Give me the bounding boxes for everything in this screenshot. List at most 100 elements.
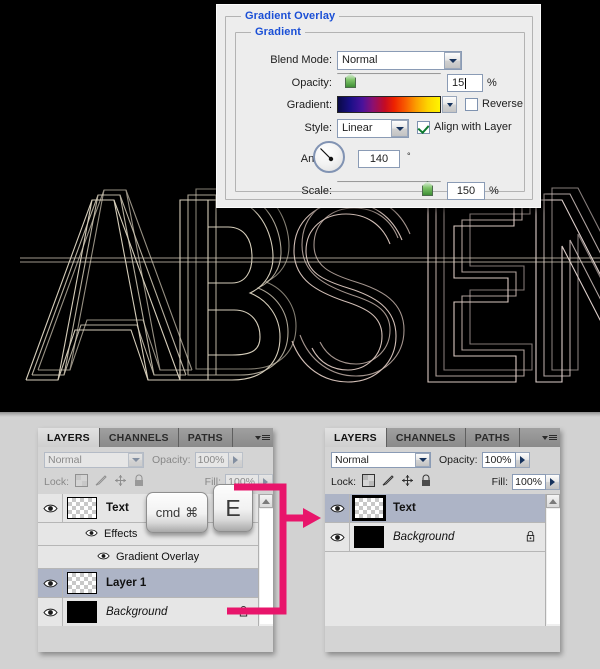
scrollbar-track[interactable] [260, 509, 273, 624]
blend-mode-select[interactable]: Normal [44, 452, 144, 468]
tab-channels[interactable]: CHANNELS [386, 428, 466, 447]
dialog-title: Gradient Overlay [241, 10, 340, 22]
chevron-down-icon[interactable] [415, 453, 430, 467]
gradient-preview[interactable] [337, 96, 441, 113]
opacity-value: 15 [452, 77, 465, 89]
keycap-cmd: cmd ⌘ [146, 492, 208, 533]
table-row[interactable]: Text [325, 494, 545, 523]
gradient-picker-chevron-icon[interactable] [442, 96, 457, 113]
lock-transparency-icon[interactable] [75, 474, 89, 490]
panel-menu-icon[interactable] [538, 428, 560, 447]
scroll-up-icon[interactable] [259, 494, 273, 508]
style-label: Style: [304, 122, 332, 134]
keycap-e-label: E [225, 494, 241, 521]
layer-name: Text [106, 502, 129, 514]
effects-label: Effects [104, 528, 138, 540]
layer-name: Background [393, 531, 455, 543]
reverse-checkbox[interactable] [465, 98, 478, 111]
layer-thumbnail[interactable] [67, 497, 97, 519]
tab-paths[interactable]: PATHS [178, 428, 233, 447]
layer-thumbnail[interactable] [67, 601, 97, 623]
angle-dial-needle-icon [320, 148, 334, 162]
lock-all-icon[interactable] [133, 474, 145, 490]
eye-icon[interactable] [97, 551, 110, 564]
align-with-layer-checkbox[interactable] [417, 121, 430, 134]
chevron-down-icon[interactable] [444, 52, 461, 69]
blend-mode-row: Normal Opacity: 100% [325, 449, 560, 471]
bottom-illustration-area: LAYERS CHANNELS PATHS Normal Opacity: 10… [0, 412, 600, 669]
opacity-input[interactable]: 15 [447, 74, 483, 92]
layer-name: Background [106, 606, 168, 618]
tab-layers[interactable]: LAYERS [38, 428, 100, 447]
blend-mode-select[interactable]: Normal [337, 51, 462, 70]
eye-icon[interactable] [85, 528, 98, 541]
fill-stepper-icon[interactable] [546, 474, 560, 490]
tab-layers[interactable]: LAYERS [325, 428, 387, 447]
lock-label: Lock: [44, 476, 70, 488]
gradient-overlay-dialog: Gradient Overlay Gradient Blend Mode: No… [216, 4, 541, 208]
lock-position-icon[interactable] [401, 474, 414, 490]
fill-input[interactable]: 100% [512, 474, 546, 490]
angle-dial[interactable] [313, 141, 345, 173]
lock-image-icon[interactable] [381, 474, 395, 490]
eye-icon[interactable] [325, 523, 350, 551]
tabstrip-filler [519, 428, 538, 447]
eye-icon[interactable] [38, 569, 63, 597]
scale-input[interactable]: 150 [447, 182, 485, 200]
blend-mode-value: Normal [48, 454, 82, 466]
opacity-slider-thumb[interactable] [345, 73, 356, 88]
fill-label: Fill: [491, 476, 508, 488]
layer-list-scrollbar[interactable] [545, 494, 560, 626]
layer-list: Text Background [325, 494, 545, 626]
opacity-value: 100% [197, 454, 225, 466]
lock-all-icon[interactable] [420, 474, 432, 490]
layer-thumbnail[interactable] [352, 495, 386, 521]
eye-icon[interactable] [38, 494, 63, 522]
angle-input[interactable]: 140 [358, 150, 400, 168]
gradient-group-title: Gradient [251, 26, 306, 38]
style-select[interactable]: Linear [337, 119, 409, 138]
scale-slider-thumb[interactable] [422, 181, 433, 196]
list-item[interactable]: Gradient Overlay [38, 546, 258, 569]
lock-icon [525, 530, 536, 545]
layer-thumbnail[interactable] [354, 526, 384, 548]
scroll-up-icon[interactable] [546, 494, 560, 508]
chevron-down-icon[interactable] [391, 120, 408, 137]
table-row[interactable]: Layer 1 [38, 569, 258, 598]
layers-panel-before: LAYERS CHANNELS PATHS Normal Opacity: 10… [38, 428, 273, 652]
lock-image-icon[interactable] [94, 474, 108, 490]
eye-icon[interactable] [325, 494, 350, 522]
blend-mode-value: Normal [342, 54, 378, 66]
eye-icon[interactable] [38, 598, 63, 626]
opacity-label: Opacity: [291, 77, 332, 89]
fill-value: 100% [515, 476, 542, 488]
blend-mode-value: Normal [335, 454, 369, 466]
blend-mode-select[interactable]: Normal [331, 452, 431, 468]
angle-unit: ° [407, 151, 411, 161]
layer-list-scrollbar[interactable] [258, 494, 273, 626]
panel-menu-icon[interactable] [251, 428, 273, 447]
lock-transparency-icon[interactable] [362, 474, 376, 490]
table-row[interactable]: Background [38, 598, 258, 626]
scale-unit: % [489, 185, 499, 197]
text-caret [465, 77, 467, 89]
tab-channels[interactable]: CHANNELS [99, 428, 179, 447]
lock-position-icon[interactable] [114, 474, 127, 490]
opacity-input[interactable]: 100% [481, 452, 516, 468]
opacity-input[interactable]: 100% [194, 452, 229, 468]
opacity-stepper-icon[interactable] [515, 452, 530, 468]
panel-footer [325, 626, 560, 652]
opacity-stepper-icon[interactable] [228, 452, 243, 468]
effect-name: Gradient Overlay [116, 551, 200, 563]
layer-thumbnail[interactable] [67, 572, 97, 594]
scrollbar-track[interactable] [547, 509, 560, 624]
angle-value: 140 [369, 153, 389, 165]
panel-tabstrip: LAYERS CHANNELS PATHS [38, 428, 273, 447]
tab-paths[interactable]: PATHS [465, 428, 520, 447]
panel-tabstrip: LAYERS CHANNELS PATHS [325, 428, 560, 447]
table-row[interactable]: Background [325, 523, 545, 552]
keycap-e: E [213, 484, 253, 532]
chevron-down-icon[interactable] [128, 453, 143, 467]
fill-stepper-icon[interactable] [259, 474, 273, 490]
style-value: Linear [342, 122, 373, 134]
